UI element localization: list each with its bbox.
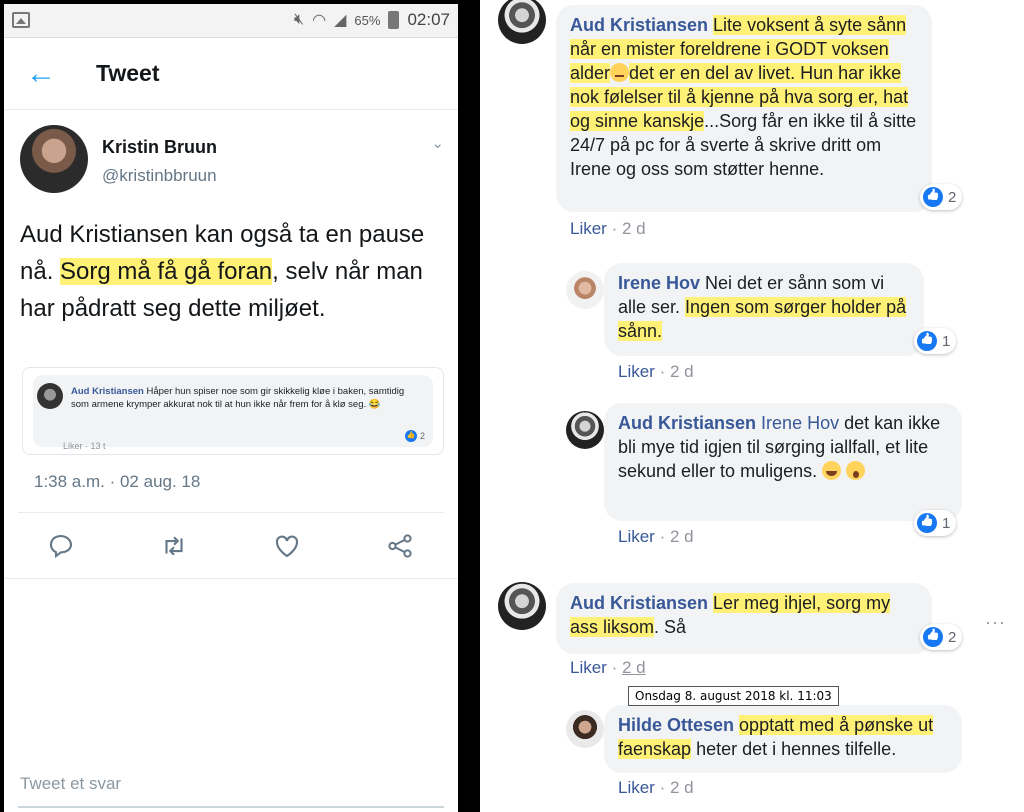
comment-meta: Liker · 2 d — [618, 778, 694, 798]
comment-meta: Liker · 2 d — [618, 362, 694, 382]
share-icon[interactable] — [385, 531, 415, 561]
like-icon — [923, 627, 943, 647]
like-link[interactable]: Liker — [570, 658, 607, 677]
wifi-icon: ◠ — [312, 12, 327, 29]
twitter-screenshot: 🔇︎ ◠ ◢ 65% 02:07 ← Tweet Kristin Bruun @… — [4, 4, 458, 812]
clock: 02:07 — [407, 10, 450, 29]
commenter-name[interactable]: Aud Kristiansen — [570, 593, 708, 613]
gallery-icon — [12, 12, 30, 28]
timestamp-tooltip: Onsdag 8. august 2018 kl. 11:03 — [628, 686, 839, 706]
separator: · — [659, 778, 666, 797]
author-handle[interactable]: @kristinbbruun — [102, 166, 217, 186]
embedded-comment-text: Aud Kristiansen Håper hun spiser noe som… — [71, 385, 411, 411]
separator: · — [659, 362, 666, 381]
avatar[interactable] — [498, 0, 546, 44]
separator: · — [611, 219, 618, 238]
like-link[interactable]: Liker — [570, 219, 607, 238]
embedded-comment: Aud Kristiansen Håper hun spiser noe som… — [33, 375, 433, 447]
chevron-down-icon[interactable]: ⌄ — [431, 134, 444, 152]
status-indicators: 🔇︎ ◠ ◢ 65% 02:07 — [294, 10, 450, 30]
like-icon — [917, 513, 937, 533]
like-link: Liker — [63, 441, 83, 451]
embedded-reactions: 👍 2 — [404, 430, 425, 442]
comment-meta: Liker · 2 d — [570, 219, 646, 239]
comment-time[interactable]: 2 d — [670, 527, 694, 546]
embedded-comment-meta: Liker · 13 t — [63, 441, 106, 451]
heart-icon[interactable] — [272, 531, 302, 561]
astonished-emoji-icon — [846, 461, 866, 480]
avatar[interactable] — [498, 582, 546, 630]
comment-time[interactable]: 2 d — [670, 362, 694, 381]
reaction-badge[interactable]: 2 — [920, 184, 963, 210]
reaction-badge[interactable]: 1 — [914, 510, 957, 536]
author-avatar[interactable] — [20, 125, 88, 193]
reply-icon[interactable] — [46, 531, 76, 561]
comment-time[interactable]: 2 d — [622, 219, 646, 238]
mention-link[interactable]: Irene Hov — [761, 413, 839, 433]
avatar[interactable] — [566, 271, 604, 309]
tweet-actions — [4, 513, 458, 579]
commenter-name[interactable]: Aud Kristiansen — [570, 15, 708, 35]
more-options-icon[interactable]: ··· — [985, 612, 1006, 633]
comment-bubble: Hilde Ottesen opptatt med å pønske ut fa… — [604, 705, 962, 773]
reaction-count: 2 — [419, 431, 425, 441]
author-name[interactable]: Kristin Bruun — [102, 137, 217, 158]
embedded-image[interactable]: Aud Kristiansen Håper hun spiser noe som… — [22, 367, 444, 455]
page-title: Tweet — [96, 60, 160, 86]
reaction-count: 2 — [948, 188, 957, 206]
avatar[interactable] — [566, 710, 604, 748]
comment-bubble: Aud Kristiansen Ler meg ihjel, sorg my a… — [556, 583, 932, 654]
retweet-icon[interactable] — [159, 531, 189, 561]
comment-time[interactable]: 2 d — [622, 658, 646, 677]
like-icon: 👍 — [404, 430, 417, 442]
neutral-face-emoji-icon — [610, 63, 630, 82]
comment-time: 13 t — [90, 441, 106, 451]
tweet-text: Aud Kristiansen kan også ta en pause nå.… — [4, 202, 458, 367]
laughing-emoji-icon — [822, 461, 842, 480]
separator: · — [611, 658, 618, 677]
commenter-name[interactable]: Hilde Ottesen — [618, 715, 734, 735]
signal-icon: ◢ — [334, 12, 347, 29]
commenter-name[interactable]: Irene Hov — [618, 273, 700, 293]
comment-time[interactable]: 2 d — [670, 778, 694, 797]
like-link[interactable]: Liker — [618, 362, 655, 381]
reply-input[interactable]: Tweet et svar — [18, 764, 444, 808]
reaction-badge[interactable]: 1 — [914, 328, 957, 354]
reaction-badge[interactable]: 2 — [920, 624, 963, 650]
tweet-header: ← Tweet — [4, 38, 458, 110]
comment-meta: Liker · 2 d — [570, 658, 646, 678]
status-bar: 🔇︎ ◠ ◢ 65% 02:07 — [4, 4, 458, 38]
battery-percent: 65% — [354, 12, 381, 28]
comment-meta: Liker · 2 d — [618, 527, 694, 547]
like-link[interactable]: Liker — [618, 527, 655, 546]
separator: · — [659, 527, 666, 546]
like-icon — [923, 187, 943, 207]
tweet-author: Kristin Bruun @kristinbbruun ⌄ — [4, 110, 458, 202]
commenter-name[interactable]: Aud Kristiansen — [618, 413, 756, 433]
highlighted-text: Sorg må få gå foran — [60, 258, 273, 285]
avatar[interactable] — [566, 411, 604, 449]
comment-text: . Så — [654, 617, 687, 637]
back-arrow-icon[interactable]: ← — [26, 58, 56, 89]
comment-text: heter det i hennes tilfelle. — [691, 739, 897, 759]
mute-icon: 🔇︎ — [294, 11, 305, 28]
comment-bubble: Aud Kristiansen Lite voksent å syte sånn… — [556, 5, 932, 212]
avatar — [37, 383, 63, 409]
comment-bubble: Aud Kristiansen Irene Hov det kan ikke b… — [604, 403, 962, 521]
reaction-count: 1 — [942, 514, 951, 532]
like-link[interactable]: Liker — [618, 778, 655, 797]
reply-placeholder: Tweet et svar — [20, 774, 122, 793]
commenter-name: Aud Kristiansen — [71, 386, 144, 397]
comment-bubble: Irene Hov Nei det er sånn som vi alle se… — [604, 263, 924, 356]
reaction-count: 2 — [948, 628, 957, 646]
reaction-count: 1 — [942, 332, 951, 350]
tweet-timestamp: 1:38 a.m. · 02 aug. 18 — [18, 455, 444, 513]
battery-icon — [388, 11, 400, 29]
like-icon — [917, 331, 937, 351]
